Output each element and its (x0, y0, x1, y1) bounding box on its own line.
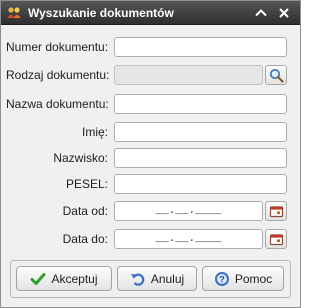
document-name-field[interactable] (114, 94, 287, 114)
window-title: Wyszukanie dokumentów (28, 6, 174, 20)
chevron-up-icon[interactable] (253, 5, 269, 21)
calendar-icon (269, 234, 284, 246)
date-from-field[interactable]: __.__.____ (114, 201, 263, 221)
undo-icon (130, 271, 146, 287)
document-name-label: Nazwa dokumentu: (6, 97, 109, 111)
magnifier-icon (270, 69, 284, 83)
users-icon (7, 6, 21, 20)
cancel-label: Anuluj (150, 271, 185, 286)
date-from-label: Data od: (62, 204, 108, 218)
last-name-label: Nazwisko: (53, 151, 108, 165)
date-to-field[interactable]: __.__.____ (114, 229, 263, 249)
document-number-field[interactable] (114, 37, 287, 57)
help-icon: ? (214, 271, 230, 287)
title-bar: Wyszukanie dokumentów (1, 1, 300, 25)
accept-label: Akceptuj (51, 271, 98, 286)
svg-text:?: ? (219, 274, 225, 284)
first-name-field[interactable] (114, 122, 287, 142)
close-icon[interactable] (276, 5, 292, 21)
pesel-field[interactable] (114, 174, 287, 194)
accept-button[interactable]: Akceptuj (16, 266, 112, 291)
document-type-lookup-button[interactable] (265, 65, 287, 85)
document-type-field (114, 65, 263, 85)
first-name-label: Imię: (81, 125, 108, 139)
calendar-icon (269, 206, 284, 218)
last-name-field[interactable] (114, 148, 287, 168)
document-type-label: Rodzaj dokumentu: (6, 68, 110, 82)
checkmark-icon (30, 271, 46, 287)
pesel-label: PESEL: (65, 177, 108, 191)
date-from-calendar-button[interactable] (265, 201, 287, 221)
date-to-label: Data do: (62, 232, 108, 246)
document-number-label: Numer dokumentu: (6, 40, 109, 54)
date-to-calendar-button[interactable] (265, 229, 287, 249)
help-label: Pomoc (234, 271, 273, 286)
cancel-button[interactable]: Anuluj (117, 266, 197, 291)
help-button[interactable]: ? Pomoc (202, 266, 284, 291)
search-documents-window: Wyszukanie dokumentów Numer dokumentu: R… (0, 0, 301, 308)
